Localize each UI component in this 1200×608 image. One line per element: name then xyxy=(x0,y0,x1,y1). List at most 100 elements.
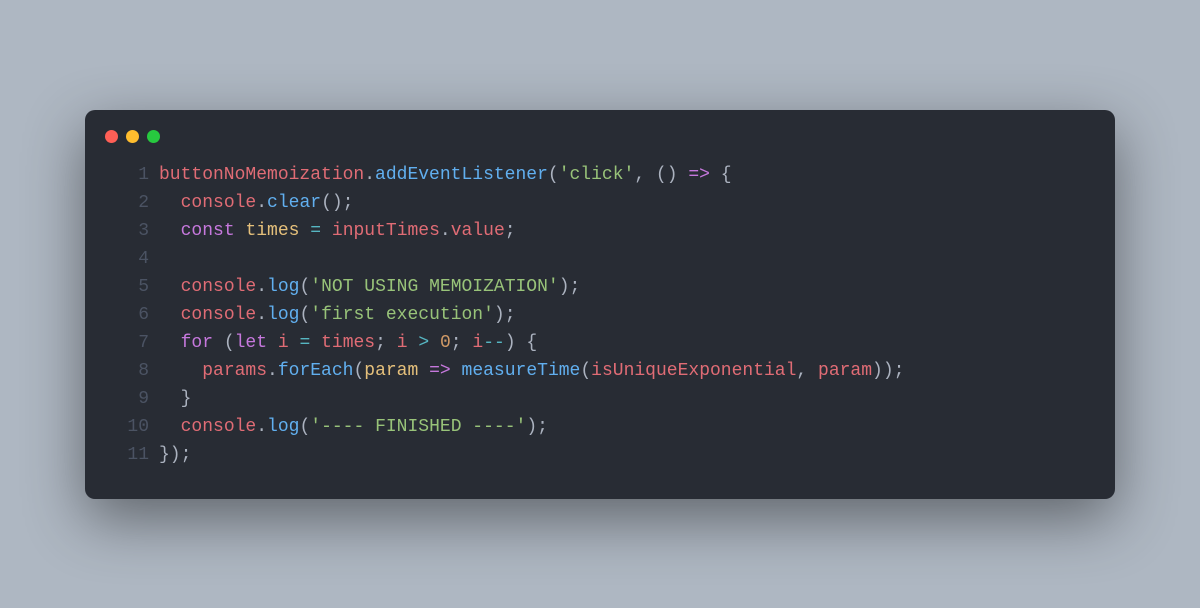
token: console xyxy=(181,417,257,437)
token: log xyxy=(267,277,299,297)
line-number: 3 xyxy=(115,217,159,245)
token: => xyxy=(688,165,710,185)
token: buttonNoMemoization xyxy=(159,165,364,185)
token: ( xyxy=(299,277,310,297)
code-line: 4 xyxy=(115,245,1085,273)
code-area[interactable]: 1buttonNoMemoization.addEventListener('c… xyxy=(85,161,1115,469)
token: clear xyxy=(267,193,321,213)
token: times xyxy=(245,221,299,241)
token: const xyxy=(181,221,235,241)
code-content: console.clear(); xyxy=(159,189,1085,217)
token: for xyxy=(181,333,213,353)
close-icon[interactable] xyxy=(105,130,118,143)
token: ; xyxy=(505,221,516,241)
token: forEach xyxy=(278,361,354,381)
token xyxy=(310,333,321,353)
line-number: 4 xyxy=(115,245,159,273)
token: } xyxy=(159,389,191,409)
token xyxy=(159,221,181,241)
token: . xyxy=(256,305,267,325)
token: ( xyxy=(299,305,310,325)
token: isUniqueExponential xyxy=(591,361,796,381)
token xyxy=(159,361,202,381)
code-content: params.forEach(param => measureTime(isUn… xyxy=(159,357,1085,385)
code-line: 10 console.log('---- FINISHED ----'); xyxy=(115,413,1085,441)
maximize-icon[interactable] xyxy=(147,130,160,143)
token xyxy=(159,333,181,353)
token xyxy=(159,277,181,297)
token: addEventListener xyxy=(375,165,548,185)
token: , () xyxy=(634,165,688,185)
token: 'NOT USING MEMOIZATION' xyxy=(310,277,558,297)
token: console xyxy=(181,277,257,297)
code-content: }); xyxy=(159,441,1085,469)
line-number: 9 xyxy=(115,385,159,413)
token: param xyxy=(364,361,418,381)
token: -- xyxy=(483,333,505,353)
token: 0 xyxy=(440,333,451,353)
token: i xyxy=(472,333,483,353)
token xyxy=(159,417,181,437)
code-content: console.log('NOT USING MEMOIZATION'); xyxy=(159,273,1085,301)
token: . xyxy=(256,277,267,297)
token xyxy=(321,221,332,241)
token: }); xyxy=(159,445,191,465)
token: log xyxy=(267,305,299,325)
token: = xyxy=(310,221,321,241)
code-content: for (let i = times; i > 0; i--) { xyxy=(159,329,1085,357)
line-number: 5 xyxy=(115,273,159,301)
code-line: 2 console.clear(); xyxy=(115,189,1085,217)
token: times xyxy=(321,333,375,353)
code-content: } xyxy=(159,385,1085,413)
code-line: 11}); xyxy=(115,441,1085,469)
line-number: 10 xyxy=(115,413,159,441)
token: ); xyxy=(559,277,581,297)
code-content: const times = inputTimes.value; xyxy=(159,217,1085,245)
token: { xyxy=(710,165,732,185)
code-content: console.log('first execution'); xyxy=(159,301,1085,329)
token: let xyxy=(235,333,267,353)
token: value xyxy=(451,221,505,241)
code-line: 6 console.log('first execution'); xyxy=(115,301,1085,329)
code-line: 5 console.log('NOT USING MEMOIZATION'); xyxy=(115,273,1085,301)
token: i xyxy=(397,333,408,353)
code-line: 3 const times = inputTimes.value; xyxy=(115,217,1085,245)
token: ( xyxy=(353,361,364,381)
token: console xyxy=(181,305,257,325)
token xyxy=(451,361,462,381)
line-number: 1 xyxy=(115,161,159,189)
token: = xyxy=(299,333,310,353)
token: ( xyxy=(213,333,235,353)
token xyxy=(418,361,429,381)
minimize-icon[interactable] xyxy=(126,130,139,143)
token xyxy=(159,305,181,325)
line-number: 7 xyxy=(115,329,159,357)
token: => xyxy=(429,361,451,381)
token: ; xyxy=(451,333,473,353)
token xyxy=(267,333,278,353)
token xyxy=(235,221,246,241)
token: i xyxy=(278,333,289,353)
token xyxy=(289,333,300,353)
stage: 1buttonNoMemoization.addEventListener('c… xyxy=(0,0,1200,608)
token: 'click' xyxy=(559,165,635,185)
token: ( xyxy=(548,165,559,185)
token xyxy=(159,193,181,213)
token xyxy=(429,333,440,353)
token: ); xyxy=(526,417,548,437)
token xyxy=(299,221,310,241)
code-line: 7 for (let i = times; i > 0; i--) { xyxy=(115,329,1085,357)
token: log xyxy=(267,417,299,437)
token: measureTime xyxy=(462,361,581,381)
code-line: 8 params.forEach(param => measureTime(is… xyxy=(115,357,1085,385)
code-line: 1buttonNoMemoization.addEventListener('c… xyxy=(115,161,1085,189)
token: . xyxy=(440,221,451,241)
token: (); xyxy=(321,193,353,213)
token: params xyxy=(202,361,267,381)
token: )); xyxy=(872,361,904,381)
token xyxy=(408,333,419,353)
window-titlebar xyxy=(85,130,1115,161)
token: param xyxy=(818,361,872,381)
token: . xyxy=(256,417,267,437)
line-number: 6 xyxy=(115,301,159,329)
